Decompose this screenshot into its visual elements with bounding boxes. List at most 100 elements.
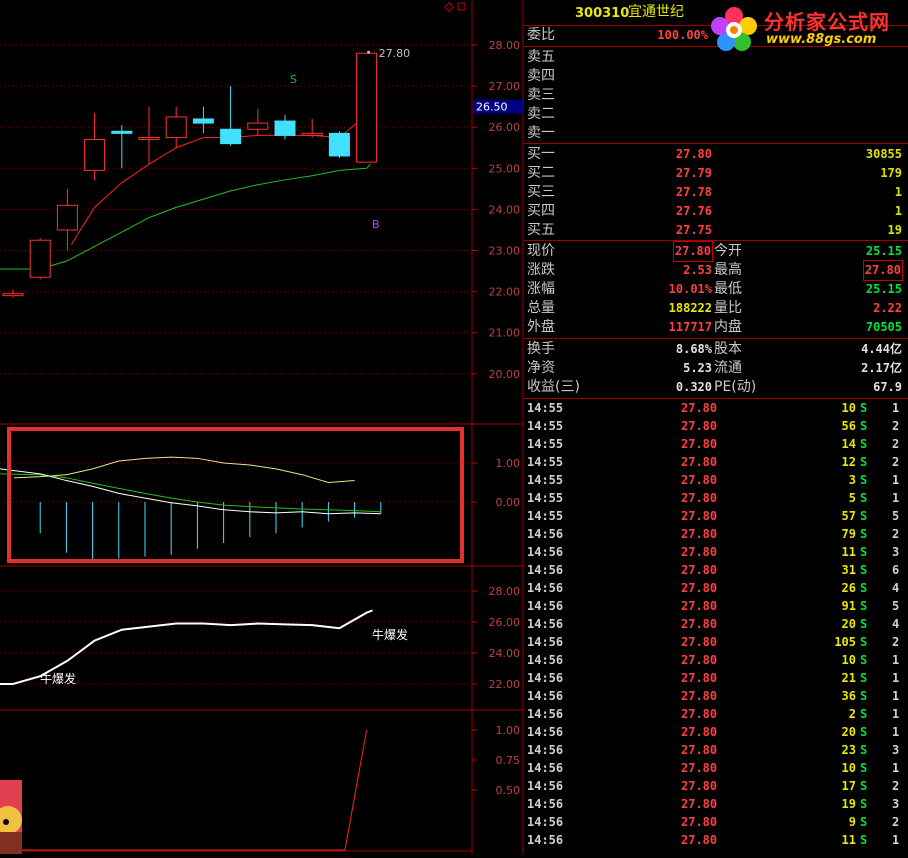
candle-body[interactable] <box>247 122 269 130</box>
stat-label: 最低 <box>714 281 742 297</box>
tick-price: 27.80 <box>681 581 718 595</box>
quote-panel: 300310 宜通世纪 委比 100.00% 卖五 卖四 卖三 卖二 卖一 买一 27.80… <box>524 0 908 854</box>
tick-side: S <box>860 581 868 595</box>
chart-area[interactable]: 28.00 27.00 26.00 25.00 24.00 23.00 22.00 21.00… <box>0 0 524 854</box>
tick-count: 2 <box>892 437 900 451</box>
stat-label: 换手 <box>527 341 555 357</box>
tick-row[interactable]: 14:56 27.80 17 S 2 <box>524 777 908 795</box>
candle-body[interactable] <box>111 130 133 134</box>
y-tick-label: 23.00 <box>489 245 521 258</box>
tick-row[interactable]: 14:55 27.80 10 S 1 <box>524 399 908 417</box>
stat-row: 总量 188222 量比 2.22 <box>524 299 908 318</box>
candle-body[interactable] <box>56 204 78 231</box>
tick-count: 1 <box>892 473 900 487</box>
y-tick-label: 1.00 <box>496 457 521 470</box>
tick-side: S <box>860 491 868 505</box>
diamond-icon[interactable] <box>444 2 454 12</box>
tick-row[interactable]: 14:55 27.80 12 S 2 <box>524 453 908 471</box>
y-tick-label: 0.75 <box>496 754 521 767</box>
tick-row[interactable]: 14:55 27.80 5 S 1 <box>524 489 908 507</box>
divider <box>524 338 908 339</box>
tick-volume: 19 <box>841 797 856 811</box>
buy-order-volume: 1 <box>894 185 902 199</box>
tick-volume: 10 <box>841 761 856 775</box>
tick-time: 14:56 <box>527 635 564 649</box>
tick-price: 27.80 <box>681 509 718 523</box>
tick-count: 4 <box>892 617 900 631</box>
tick-time: 14:56 <box>527 743 564 757</box>
tick-row[interactable]: 14:56 27.80 20 S 1 <box>524 723 908 741</box>
stat-label: 现价 <box>527 243 555 259</box>
candle-body[interactable] <box>274 120 296 136</box>
chart-canvas[interactable]: 28.00 27.00 26.00 25.00 24.00 23.00 22.00 21.00… <box>0 0 524 854</box>
candle-body[interactable] <box>192 118 214 124</box>
tick-volume: 2 <box>848 707 856 721</box>
square-icon[interactable] <box>457 2 466 11</box>
tick-row[interactable]: 14:55 27.80 3 S 1 <box>524 471 908 489</box>
tick-row[interactable]: 14:56 27.80 21 S 1 <box>524 669 908 687</box>
tick-volume: 11 <box>841 545 856 559</box>
stat-label: 涨幅 <box>527 281 555 297</box>
tick-side: S <box>860 635 868 649</box>
tick-count: 4 <box>892 581 900 595</box>
tick-volume: 3 <box>848 473 856 487</box>
stat-value: 8.68% <box>675 342 712 356</box>
tick-time: 14:56 <box>527 707 564 721</box>
tick-side: S <box>860 509 868 523</box>
y-tick-label: 22.00 <box>489 678 521 691</box>
bottom-indicator-line <box>0 729 368 851</box>
tick-row[interactable]: 14:55 27.80 57 S 5 <box>524 507 908 525</box>
weibi-value: 100.00% <box>657 28 708 42</box>
tick-row[interactable]: 14:56 27.80 20 S 4 <box>524 615 908 633</box>
tick-row[interactable]: 14:56 27.80 26 S 4 <box>524 579 908 597</box>
tick-price: 27.80 <box>681 437 718 451</box>
buy-order-price: 27.78 <box>675 185 712 199</box>
tick-time: 14:56 <box>527 527 564 541</box>
sell-order-label: 卖五 <box>527 49 555 65</box>
high-price-label: 27.80 <box>379 47 411 60</box>
tick-count: 3 <box>892 545 900 559</box>
candle-body[interactable] <box>2 293 24 297</box>
candle-body[interactable] <box>328 132 350 157</box>
tick-time: 14:55 <box>527 401 564 415</box>
tick-row[interactable]: 14:56 27.80 79 S 2 <box>524 525 908 543</box>
tick-row[interactable]: 14:55 27.80 14 S 2 <box>524 435 908 453</box>
sell-order-label: 卖三 <box>527 87 555 103</box>
tick-time: 14:55 <box>527 491 564 505</box>
tick-row[interactable]: 14:56 27.80 11 S 1 <box>524 831 908 849</box>
stat2-row: 换手 8.68% 股本 4.44亿 <box>524 340 908 359</box>
tick-row[interactable]: 14:56 27.80 31 S 6 <box>524 561 908 579</box>
tick-time: 14:55 <box>527 419 564 433</box>
tick-row[interactable]: 14:56 27.80 2 S 1 <box>524 705 908 723</box>
tick-row[interactable]: 14:56 27.80 91 S 5 <box>524 597 908 615</box>
tick-row[interactable]: 14:56 27.80 10 S 1 <box>524 759 908 777</box>
tick-row[interactable]: 14:56 27.80 23 S 3 <box>524 741 908 759</box>
candle-body[interactable] <box>165 116 187 138</box>
candle-body[interactable] <box>29 239 51 278</box>
tick-row[interactable]: 14:56 27.80 105 S 2 <box>524 633 908 651</box>
tick-row[interactable]: 14:55 27.80 56 S 2 <box>524 417 908 435</box>
stat-value: 25.15 <box>865 282 902 296</box>
candle-body[interactable] <box>301 132 323 136</box>
tick-side: S <box>860 653 868 667</box>
tick-row[interactable]: 14:56 27.80 19 S 3 <box>524 795 908 813</box>
tick-count: 2 <box>892 527 900 541</box>
weibi-label: 委比 <box>527 27 555 43</box>
tick-count: 2 <box>892 635 900 649</box>
candle-body[interactable] <box>138 136 160 140</box>
candle-body[interactable] <box>84 139 106 171</box>
tick-row[interactable]: 14:56 27.80 11 S 3 <box>524 543 908 561</box>
stat-value: 27.80 <box>862 260 904 281</box>
y-tick-label: 24.00 <box>489 647 521 660</box>
tick-row[interactable]: 14:56 27.80 36 S 1 <box>524 687 908 705</box>
stat-label: 收益(三) <box>527 379 580 395</box>
sell-order-label: 卖四 <box>527 68 555 84</box>
tick-time: 14:56 <box>527 617 564 631</box>
candle-body[interactable] <box>356 52 378 163</box>
tick-price: 27.80 <box>681 635 718 649</box>
divider <box>524 143 908 144</box>
tick-row[interactable]: 14:56 27.80 10 S 1 <box>524 651 908 669</box>
tick-row[interactable]: 14:56 27.80 9 S 2 <box>524 813 908 831</box>
candle-body[interactable] <box>220 128 242 145</box>
tick-side: S <box>860 473 868 487</box>
